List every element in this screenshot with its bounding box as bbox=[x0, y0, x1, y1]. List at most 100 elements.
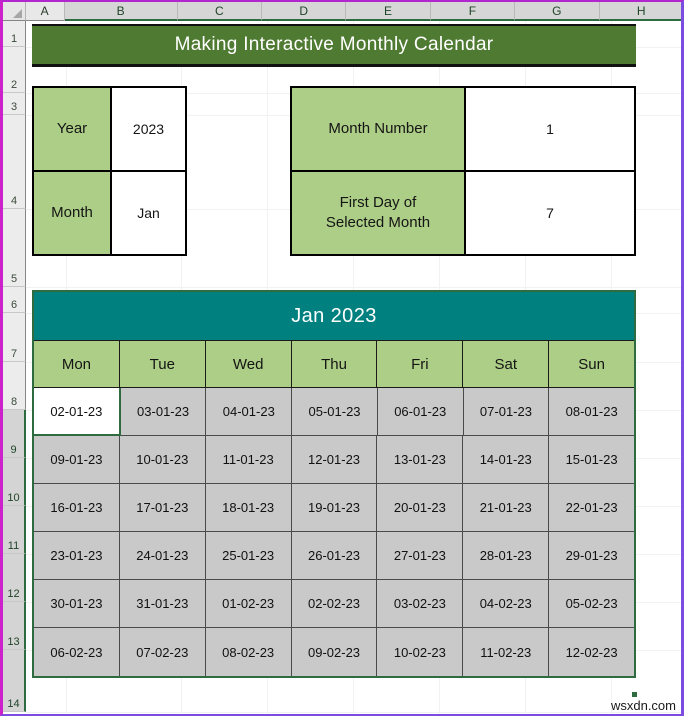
calendar-date-cell[interactable]: 24-01-23 bbox=[119, 532, 206, 580]
year-month-value-1[interactable]: Jan bbox=[112, 172, 185, 254]
calendar-date-cell[interactable]: 07-02-23 bbox=[119, 628, 206, 676]
calendar-date-cell[interactable]: 05-02-23 bbox=[549, 580, 635, 628]
calendar-date-cell[interactable]: 12-02-23 bbox=[549, 628, 635, 676]
calendar-date-cell[interactable]: 04-02-23 bbox=[463, 580, 550, 628]
calendar-date-cell[interactable]: 05-01-23 bbox=[292, 388, 378, 436]
column-header-bar: ABCDEFGH bbox=[3, 2, 681, 21]
calendar-weekday-header-row: Mon Tue Wed Thu Fri Sat Sun bbox=[34, 341, 635, 388]
column-header-h[interactable]: H bbox=[599, 2, 681, 21]
month-number-label-1: First Day of Selected Month bbox=[292, 172, 466, 254]
select-all-button[interactable] bbox=[3, 2, 26, 21]
calendar-weekday-wed: Wed bbox=[205, 341, 292, 388]
calendar-date-cell[interactable]: 06-02-23 bbox=[34, 628, 120, 676]
calendar-date-cell[interactable]: 16-01-23 bbox=[34, 484, 120, 532]
calendar-date-cell[interactable]: 11-01-23 bbox=[205, 436, 292, 484]
year-month-label-0: Year bbox=[34, 88, 112, 170]
calendar-month-title-text: Jan 2023 bbox=[291, 304, 377, 327]
calendar-weekday-thu: Thu bbox=[291, 341, 378, 388]
calendar-date-cell[interactable]: 12-01-23 bbox=[291, 436, 378, 484]
calendar-date-cell[interactable]: 02-02-23 bbox=[291, 580, 378, 628]
calendar-date-cell[interactable]: 31-01-23 bbox=[119, 580, 206, 628]
calendar-date-cell[interactable]: 10-02-23 bbox=[377, 628, 464, 676]
calendar-date-cell[interactable]: 26-01-23 bbox=[291, 532, 378, 580]
year-month-value-0[interactable]: 2023 bbox=[112, 88, 185, 170]
row-header-14[interactable]: 14 bbox=[3, 650, 26, 712]
gridline-horizontal bbox=[26, 287, 681, 288]
calendar-date-cell[interactable]: 04-01-23 bbox=[206, 388, 293, 436]
excel-spreadsheet-window: ABCDEFGH 1 2 3 4 5 6 7 8 9 10 11 12 13 14 Making Inte… bbox=[0, 0, 684, 716]
calendar-date-cell[interactable]: 09-02-23 bbox=[291, 628, 378, 676]
calendar-weekday-sun: Sun bbox=[549, 341, 635, 388]
calendar-date-cell[interactable]: 17-01-23 bbox=[119, 484, 206, 532]
column-header-g[interactable]: G bbox=[515, 2, 600, 21]
year-month-label-1: Month bbox=[34, 172, 112, 254]
row-header-2[interactable]: 2 bbox=[3, 47, 26, 93]
month-number-value-1[interactable]: 7 bbox=[466, 172, 634, 254]
calendar-weekday-mon: Mon bbox=[34, 341, 120, 388]
calendar-date-cell[interactable]: 23-01-23 bbox=[34, 532, 120, 580]
row-header-10[interactable]: 10 bbox=[3, 458, 26, 506]
row-header-11[interactable]: 11 bbox=[3, 506, 26, 554]
row-header-6[interactable]: 6 bbox=[3, 287, 26, 313]
calendar-date-cell[interactable]: 27-01-23 bbox=[377, 532, 464, 580]
column-header-d[interactable]: D bbox=[262, 2, 347, 21]
row-header-bar: 1 2 3 4 5 6 7 8 9 10 11 12 13 14 bbox=[3, 21, 26, 712]
calendar-date-cell[interactable]: 28-01-23 bbox=[463, 532, 550, 580]
calendar-date-cell[interactable]: 08-02-23 bbox=[205, 628, 292, 676]
calendar-month-title: Jan 2023 bbox=[34, 292, 634, 341]
calendar-week-row: 23-01-23 24-01-23 25-01-23 26-01-23 27-01-23… bbox=[34, 532, 635, 580]
row-header-3[interactable]: 3 bbox=[3, 93, 26, 115]
column-header-c[interactable]: C bbox=[177, 2, 263, 21]
row-header-7[interactable]: 7 bbox=[3, 313, 26, 362]
select-all-triangle-icon bbox=[12, 9, 22, 18]
month-number-input-panel: Month Number 1 First Day of Selected Month 7 bbox=[290, 86, 636, 256]
calendar-date-cell[interactable]: 20-01-23 bbox=[377, 484, 464, 532]
calendar-date-cell[interactable]: 30-01-23 bbox=[34, 580, 120, 628]
selection-fill-handle[interactable] bbox=[631, 691, 638, 698]
calendar-date-cell[interactable]: 06-01-23 bbox=[377, 388, 464, 436]
monthly-calendar: Jan 2023 Mon Tue Wed Thu Fri Sat Sun 02-01-23 0… bbox=[32, 290, 636, 678]
calendar-week-row: 16-01-23 17-01-23 18-01-23 19-01-23 20-01-23… bbox=[34, 484, 635, 532]
row-header-5[interactable]: 5 bbox=[3, 209, 26, 287]
gridline-horizontal bbox=[26, 712, 681, 713]
row-header-4[interactable]: 4 bbox=[3, 115, 26, 209]
year-month-input-panel: Year 2023 Month Jan bbox=[32, 86, 187, 256]
column-header-b[interactable]: B bbox=[64, 2, 178, 21]
calendar-date-cell[interactable]: 29-01-23 bbox=[549, 532, 635, 580]
calendar-weekday-fri: Fri bbox=[377, 341, 464, 388]
calendar-date-cell[interactable]: 07-01-23 bbox=[463, 388, 550, 436]
calendar-date-cell[interactable]: 25-01-23 bbox=[205, 532, 292, 580]
calendar-date-cell[interactable]: 11-02-23 bbox=[463, 628, 550, 676]
year-month-row: Month Jan bbox=[34, 172, 185, 254]
column-header-a[interactable]: A bbox=[25, 2, 65, 21]
month-number-value-0[interactable]: 1 bbox=[466, 88, 634, 170]
row-header-9[interactable]: 9 bbox=[3, 410, 26, 458]
calendar-week-row: 06-02-23 07-02-23 08-02-23 09-02-23 10-02-23… bbox=[34, 628, 635, 676]
calendar-date-cell[interactable]: 03-01-23 bbox=[120, 388, 207, 436]
calendar-weekday-sat: Sat bbox=[463, 341, 550, 388]
calendar-date-cell[interactable]: 18-01-23 bbox=[205, 484, 292, 532]
row-header-8[interactable]: 8 bbox=[3, 362, 26, 410]
row-header-13[interactable]: 13 bbox=[3, 602, 26, 650]
calendar-date-cell[interactable]: 22-01-23 bbox=[549, 484, 635, 532]
watermark-label: wsxdn.com bbox=[610, 698, 676, 713]
month-number-label-0: Month Number bbox=[292, 88, 466, 170]
calendar-date-cell[interactable]: 01-02-23 bbox=[205, 580, 292, 628]
calendar-date-cell[interactable]: 13-01-23 bbox=[377, 436, 464, 484]
calendar-date-cell[interactable]: 09-01-23 bbox=[34, 436, 120, 484]
calendar-date-cell[interactable]: 08-01-23 bbox=[549, 388, 635, 436]
row-header-12[interactable]: 12 bbox=[3, 554, 26, 602]
column-header-f[interactable]: F bbox=[430, 2, 516, 21]
row-header-1[interactable]: 1 bbox=[3, 21, 26, 47]
calendar-date-cell[interactable]: 19-01-23 bbox=[291, 484, 378, 532]
calendar-date-cell[interactable]: 15-01-23 bbox=[549, 436, 635, 484]
calendar-date-cell[interactable]: 14-01-23 bbox=[463, 436, 550, 484]
column-header-e[interactable]: E bbox=[346, 2, 431, 21]
calendar-weekday-tue: Tue bbox=[119, 341, 206, 388]
calendar-week-row: 02-01-23 03-01-23 04-01-23 05-01-23 06-01-23… bbox=[34, 388, 635, 436]
calendar-date-cell[interactable]: 10-01-23 bbox=[119, 436, 206, 484]
month-number-row: Month Number 1 bbox=[292, 88, 634, 172]
calendar-date-cell[interactable]: 21-01-23 bbox=[463, 484, 550, 532]
calendar-date-cell[interactable]: 03-02-23 bbox=[377, 580, 464, 628]
calendar-date-cell[interactable]: 02-01-23 bbox=[34, 388, 121, 436]
